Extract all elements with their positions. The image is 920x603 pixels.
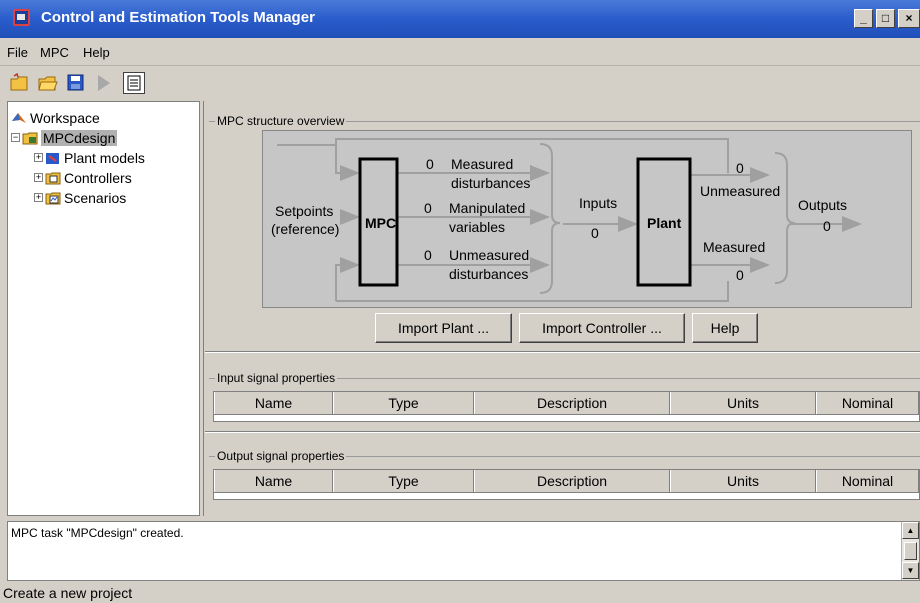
- tree-item-controllers[interactable]: + Controllers: [34, 168, 132, 187]
- maximize-button[interactable]: □: [876, 9, 895, 28]
- tree-item-plant-models[interactable]: + Plant models: [34, 148, 145, 167]
- mv-label: Manipulated: [449, 200, 526, 216]
- minimize-button[interactable]: _: [854, 9, 873, 28]
- status-bar: Create a new project: [3, 585, 133, 601]
- expand-icon[interactable]: +: [34, 193, 43, 202]
- plant-models-icon: [45, 151, 61, 165]
- column-header-nominal[interactable]: Nominal: [816, 392, 919, 414]
- inputs-label: Inputs: [579, 195, 618, 211]
- help-button[interactable]: Help: [692, 313, 758, 343]
- tree-item-scenarios[interactable]: + Scenarios: [34, 188, 126, 207]
- app-icon: [13, 9, 30, 26]
- notes-icon[interactable]: [123, 72, 145, 94]
- tree-item-mpcdesign[interactable]: − MPCdesign: [11, 128, 118, 147]
- expand-icon[interactable]: +: [34, 153, 43, 162]
- column-header-description[interactable]: Description: [474, 392, 670, 414]
- plant-block-label: Plant: [647, 215, 682, 231]
- toolbar: [0, 67, 920, 99]
- tree-label-controllers: Controllers: [64, 169, 132, 186]
- message-log[interactable]: MPC task "MPCdesign" created. ▲ ▼: [7, 521, 920, 581]
- new-project-icon[interactable]: [9, 72, 31, 94]
- outputs-count: 0: [823, 218, 831, 234]
- open-project-icon[interactable]: [37, 72, 59, 94]
- panel-divider-2: [205, 431, 920, 433]
- output-table-body[interactable]: [213, 493, 920, 500]
- import-plant-button[interactable]: Import Plant ...: [375, 313, 512, 343]
- controllers-icon: [45, 171, 61, 185]
- run-icon[interactable]: [93, 72, 115, 94]
- window-title: Control and Estimation Tools Manager: [41, 9, 315, 26]
- expand-icon[interactable]: +: [34, 173, 43, 182]
- inputs-count: 0: [591, 225, 599, 241]
- md-count: 0: [426, 156, 434, 172]
- column-header-name[interactable]: Name: [214, 392, 333, 414]
- matlab-icon: [11, 111, 27, 125]
- ud-label-2: disturbances: [449, 266, 529, 282]
- panel-divider: [205, 351, 920, 353]
- input-table-header: Name Type Description Units Nominal: [213, 391, 920, 415]
- column-header-type[interactable]: Type: [333, 392, 474, 414]
- md-label-2: disturbances: [451, 175, 531, 191]
- mv-count: 0: [424, 200, 432, 216]
- close-button[interactable]: ×: [898, 9, 920, 28]
- reference-label: (reference): [271, 221, 340, 237]
- mv-label-2: variables: [449, 219, 506, 235]
- tree-label-plant-models: Plant models: [64, 149, 145, 166]
- collapse-icon[interactable]: −: [11, 133, 20, 142]
- log-message: MPC task "MPCdesign" created.: [11, 526, 184, 540]
- group-label-input-signals: Input signal properties: [215, 371, 338, 385]
- tree-label-workspace: Workspace: [30, 109, 100, 126]
- scroll-up-button[interactable]: ▲: [902, 522, 919, 539]
- setpoints-label: Setpoints: [275, 203, 334, 219]
- log-scrollbar[interactable]: ▲ ▼: [901, 522, 919, 580]
- outputs-label: Outputs: [798, 197, 848, 213]
- column-header-type[interactable]: Type: [333, 470, 474, 492]
- group-label-output-signals: Output signal properties: [215, 449, 347, 463]
- measured-label: Measured: [703, 239, 766, 255]
- measured-count: 0: [736, 267, 744, 283]
- unmeasured-label: Unmeasured: [700, 183, 781, 199]
- mpc-block-label: MPC: [365, 215, 397, 231]
- mpc-structure-diagram: MPC Plant Setpoints (reference) 0 Measur…: [262, 130, 912, 308]
- column-header-nominal[interactable]: Nominal: [816, 470, 919, 492]
- save-icon[interactable]: [65, 72, 87, 94]
- tree-item-workspace[interactable]: Workspace: [11, 108, 100, 127]
- project-tree: Workspace − MPCdesign + Plant models + C…: [7, 101, 200, 516]
- title-bar: Control and Estimation Tools Manager _ □…: [0, 0, 920, 38]
- tree-label-mpcdesign: MPCdesign: [41, 129, 118, 146]
- input-table-body[interactable]: [213, 415, 920, 422]
- menu-file[interactable]: File: [7, 45, 28, 60]
- ud-label: Unmeasured: [449, 247, 530, 263]
- output-table-header: Name Type Description Units Nominal: [213, 469, 920, 493]
- tree-label-scenarios: Scenarios: [64, 189, 127, 206]
- md-label: Measured: [451, 156, 514, 172]
- menu-help[interactable]: Help: [83, 45, 110, 60]
- scroll-thumb[interactable]: [904, 542, 917, 560]
- column-header-name[interactable]: Name: [214, 470, 333, 492]
- column-header-description[interactable]: Description: [474, 470, 670, 492]
- group-label-overview: MPC structure overview: [215, 114, 347, 128]
- column-header-units[interactable]: Units: [670, 392, 816, 414]
- menu-bar: File MPC Help: [0, 38, 920, 66]
- unmeasured-count: 0: [736, 160, 744, 176]
- folder-icon: [22, 131, 38, 145]
- diagram-drawing: [277, 138, 862, 302]
- scenarios-icon: [45, 191, 61, 205]
- scroll-down-button[interactable]: ▼: [902, 562, 919, 579]
- import-controller-button[interactable]: Import Controller ...: [519, 313, 685, 343]
- ud-count: 0: [424, 247, 432, 263]
- menu-mpc[interactable]: MPC: [40, 45, 69, 60]
- column-header-units[interactable]: Units: [670, 470, 816, 492]
